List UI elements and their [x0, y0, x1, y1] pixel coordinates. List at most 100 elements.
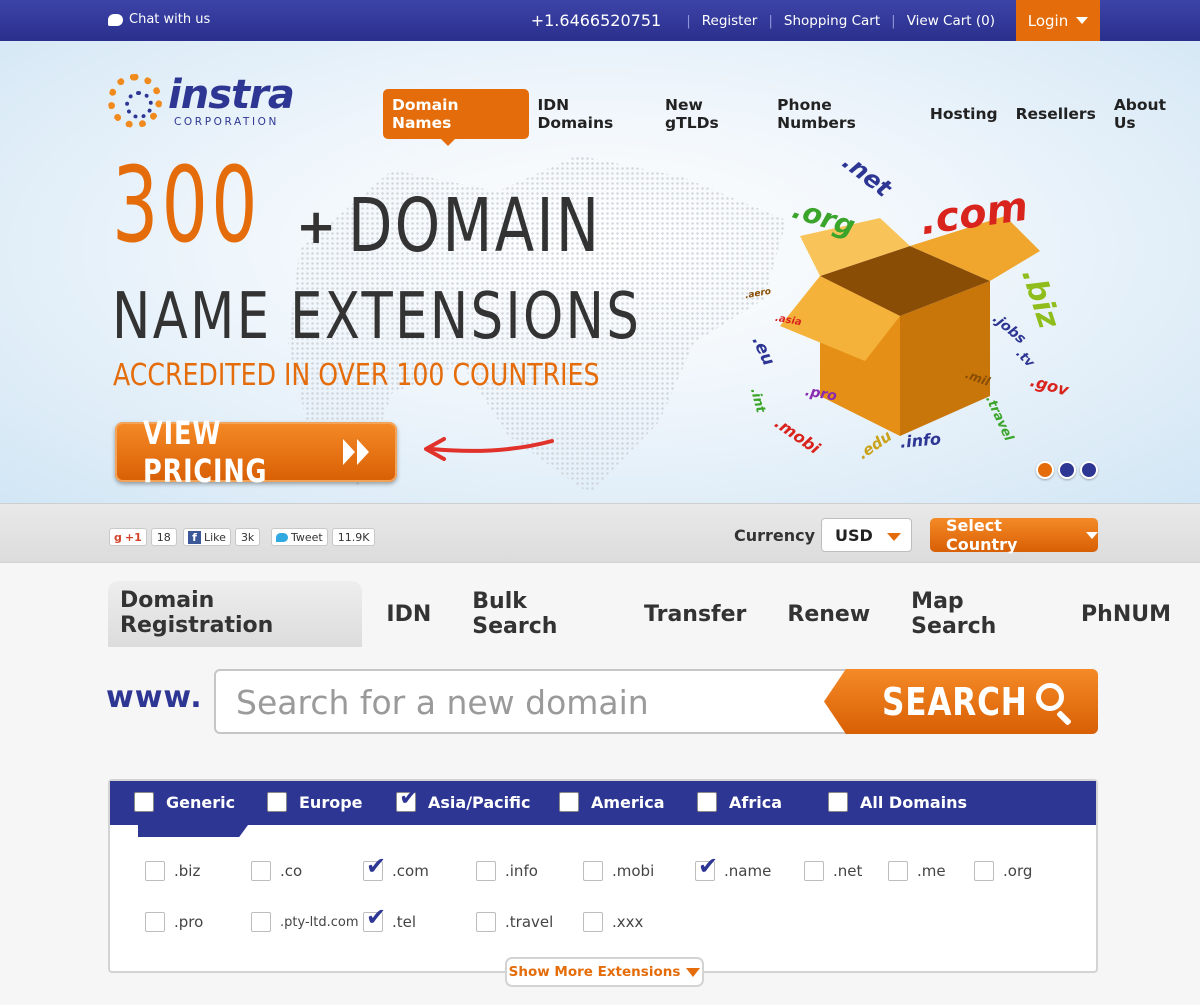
ext-label: .net: [833, 862, 863, 880]
slider-dot[interactable]: [1058, 461, 1076, 479]
chat-link[interactable]: Chat with us: [108, 12, 210, 27]
divider: |: [891, 12, 896, 29]
hero-plus: +: [296, 199, 337, 255]
search-button[interactable]: SEARCH: [824, 669, 1098, 734]
region-africa[interactable]: Africa: [697, 792, 782, 812]
search-button-label: SEARCH: [882, 679, 1028, 724]
region-asia-pacific[interactable]: Asia/Pacific: [396, 785, 531, 812]
ext-label: .travel: [505, 913, 554, 931]
region-checkbox[interactable]: [828, 792, 848, 812]
nav-idn-domains[interactable]: IDN Domains: [529, 89, 657, 139]
tab-map-search[interactable]: Map Search: [899, 582, 1052, 646]
ext-checkbox[interactable]: [251, 912, 271, 932]
ext-checkbox[interactable]: [583, 912, 603, 932]
ext-info[interactable]: .info: [476, 861, 538, 881]
tab-domain-registration[interactable]: Domain Registration: [108, 581, 363, 647]
tab-bulk-search[interactable]: Bulk Search: [460, 582, 615, 646]
ext-name[interactable]: .name: [695, 854, 771, 881]
slider-dot[interactable]: [1036, 461, 1054, 479]
ext-tel[interactable]: .tel: [363, 905, 417, 932]
region-checkbox[interactable]: [267, 792, 287, 812]
ext-checkbox[interactable]: [251, 861, 271, 881]
shopping-cart-link[interactable]: Shopping Cart: [784, 13, 880, 29]
region-checkbox[interactable]: [697, 792, 717, 812]
ext-label: .mobi: [612, 862, 655, 880]
register-link[interactable]: Register: [702, 13, 758, 29]
facebook-like-button[interactable]: f Like: [183, 528, 231, 546]
ext-me[interactable]: .me: [888, 861, 946, 881]
region-checkbox[interactable]: [134, 792, 154, 812]
ext-checkbox[interactable]: [363, 905, 386, 932]
ext-checkbox[interactable]: [974, 861, 994, 881]
region-label: Asia/Pacific: [428, 792, 531, 812]
view-pricing-button[interactable]: VIEW PRICING: [115, 414, 397, 490]
view-cart-link[interactable]: View Cart (0): [907, 13, 995, 29]
top-links: +1.6466520751 | Register | Shopping Cart…: [531, 0, 995, 41]
currency-value: USD: [835, 525, 873, 545]
ext-checkbox[interactable]: [476, 912, 496, 932]
ext-pty-ltd-com[interactable]: .pty-ltd.com: [251, 912, 359, 932]
ext-net[interactable]: .net: [804, 861, 862, 881]
ext-co[interactable]: .co: [251, 861, 302, 881]
main-nav: Domain Names IDN Domains New gTLDs Phone…: [383, 89, 1200, 146]
tab-renew[interactable]: Renew: [775, 595, 882, 634]
gplus-button[interactable]: g +1: [109, 528, 147, 546]
extension-panel: Generic Europe Asia/Pacific America Afri…: [108, 779, 1098, 973]
select-country-button[interactable]: Select Country: [930, 516, 1098, 554]
region-america[interactable]: America: [559, 792, 665, 812]
ext-pro[interactable]: .pro: [145, 912, 203, 932]
ext-mobi[interactable]: .mobi: [583, 861, 654, 881]
ext-label: .tel: [392, 913, 417, 931]
tab-phnum[interactable]: PhNUM: [1069, 595, 1183, 634]
region-europe[interactable]: Europe: [267, 792, 363, 812]
tweet-button[interactable]: Tweet: [271, 528, 328, 546]
ext-checkbox[interactable]: [804, 861, 824, 881]
active-region-pointer: [138, 825, 248, 837]
twitter-widget: Tweet 11.9K: [271, 527, 376, 547]
nav-about-us[interactable]: About Us: [1105, 89, 1200, 139]
region-all-domains[interactable]: All Domains: [828, 792, 967, 812]
ext-label: .pro: [174, 913, 204, 931]
divider: |: [686, 12, 691, 29]
currency-select[interactable]: USD: [821, 518, 912, 552]
tab-transfer[interactable]: Transfer: [632, 595, 758, 634]
nav-new-gtlds[interactable]: New gTLDs: [656, 89, 768, 139]
slider-dot[interactable]: [1080, 461, 1098, 479]
ext-xxx[interactable]: .xxx: [583, 912, 643, 932]
nav-hosting[interactable]: Hosting: [921, 98, 1007, 130]
logo-mark-icon: [108, 74, 162, 128]
ext-label: .biz: [174, 862, 201, 880]
ext-checkbox[interactable]: [695, 854, 718, 881]
nav-phone-numbers[interactable]: Phone Numbers: [768, 89, 921, 139]
ext-label: .xxx: [612, 913, 644, 931]
double-arrow-right-icon: [341, 439, 369, 465]
nav-domain-names[interactable]: Domain Names: [383, 89, 529, 146]
ext-checkbox[interactable]: [145, 861, 165, 881]
ext-checkbox[interactable]: [145, 912, 165, 932]
hero-tagline: ACCREDITED IN OVER 100 COUNTRIES: [113, 358, 600, 393]
domain-search-input[interactable]: [236, 683, 826, 721]
ext-checkbox[interactable]: [583, 861, 603, 881]
facebook-count: 3k: [234, 528, 261, 546]
login-button[interactable]: Login: [1016, 0, 1100, 41]
ext-org[interactable]: .org: [974, 861, 1032, 881]
hero-line1: DOMAIN: [348, 183, 602, 269]
ext-checkbox[interactable]: [476, 861, 496, 881]
view-pricing-label: VIEW PRICING: [143, 414, 268, 490]
region-checkbox[interactable]: [396, 785, 419, 812]
currency-label: Currency: [734, 526, 816, 545]
nav-resellers[interactable]: Resellers: [1007, 98, 1105, 130]
ext-checkbox[interactable]: [888, 861, 908, 881]
region-label: Generic: [166, 792, 236, 812]
tab-idn[interactable]: IDN: [374, 595, 443, 634]
ext-checkbox[interactable]: [363, 854, 386, 881]
chevron-down-icon: [1076, 17, 1089, 24]
region-checkbox[interactable]: [559, 792, 579, 812]
ext-travel[interactable]: .travel: [476, 912, 553, 932]
region-generic[interactable]: Generic: [134, 792, 235, 812]
logo[interactable]: instra CORPORATION: [108, 69, 318, 133]
ext-biz[interactable]: .biz: [145, 861, 200, 881]
ext-com[interactable]: .com: [363, 854, 429, 881]
show-more-extensions-button[interactable]: Show More Extensions: [505, 957, 704, 987]
facebook-widget: f Like 3k: [183, 527, 261, 547]
